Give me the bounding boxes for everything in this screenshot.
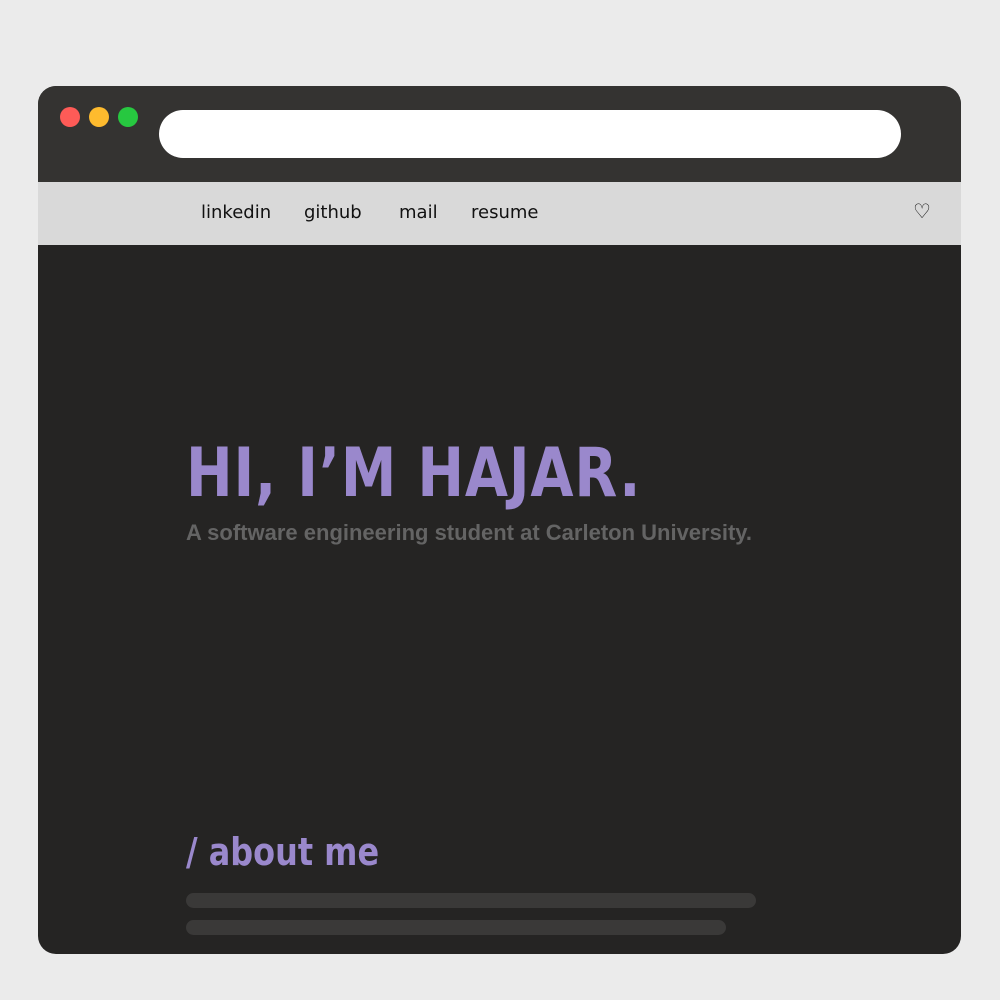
address-bar-input[interactable] [159,110,901,158]
hero-title: HI, I’M HAJAR. [186,434,642,513]
about-text-placeholder-line [186,893,756,908]
nav-link-resume[interactable]: resume [471,202,538,224]
hero-subtitle: A software engineering student at Carlet… [186,520,752,545]
browser-titlebar [38,86,961,182]
nav-link-github[interactable]: github [304,202,362,224]
nav-link-linkedin[interactable]: linkedin [201,202,271,224]
nav-link-mail[interactable]: mail [399,202,438,224]
heart-icon[interactable]: ♡ [913,200,931,222]
minimize-window-button[interactable] [89,107,109,127]
maximize-window-button[interactable] [118,107,138,127]
close-window-button[interactable] [60,107,80,127]
browser-window: linkedin github mail resume ♡ HI, I’M HA… [38,86,961,954]
about-me-heading: / about me [186,830,380,874]
site-navbar: linkedin github mail resume ♡ [38,182,961,245]
about-text-placeholder-line [186,920,726,935]
